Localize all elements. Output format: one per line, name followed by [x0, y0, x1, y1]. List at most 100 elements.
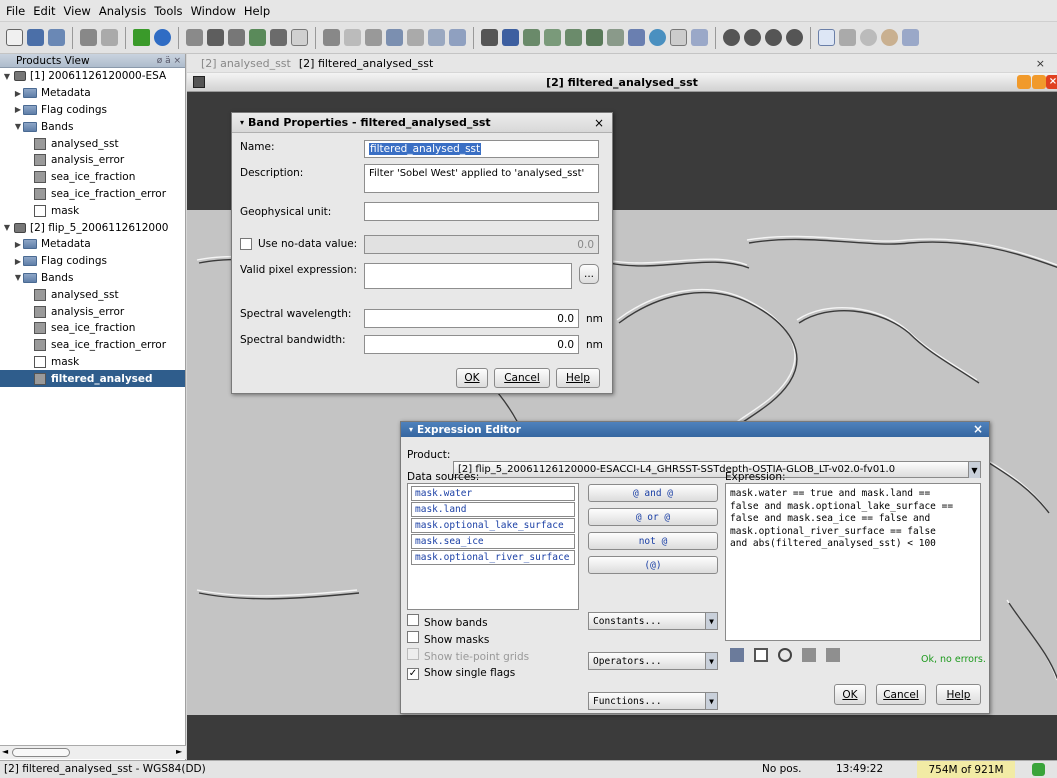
- tool-icon[interactable]: [607, 29, 624, 46]
- tree-item[interactable]: ▶ Flag codings: [0, 102, 185, 119]
- collapse-icon[interactable]: ▼: [13, 122, 23, 131]
- and-operator-button[interactable]: @ and @: [588, 484, 718, 502]
- tab-filtered-analysed-sst[interactable]: [2] filtered_analysed_sst: [299, 57, 433, 70]
- tree-item[interactable]: sea_ice_fraction_error: [0, 186, 185, 203]
- tool-icon[interactable]: [786, 29, 803, 46]
- tool-icon[interactable]: [270, 29, 287, 46]
- cancel-button[interactable]: Cancel: [876, 684, 926, 705]
- scroll-thumb[interactable]: [12, 748, 70, 757]
- product-select[interactable]: [2] flip_5_20061126120000-ESACCI-L4_GHRS…: [453, 461, 981, 478]
- tool-icon[interactable]: [628, 29, 645, 46]
- close-tab-icon[interactable]: ×: [1036, 57, 1045, 70]
- layer-icon[interactable]: [502, 29, 519, 46]
- profile-icon[interactable]: [428, 29, 445, 46]
- close-icon[interactable]: ×: [594, 116, 604, 130]
- memory-usage[interactable]: 754M of 921M: [917, 761, 1015, 778]
- nodata-checkbox[interactable]: [240, 238, 257, 253]
- history-back-icon[interactable]: [802, 648, 816, 662]
- gcp-icon[interactable]: [291, 29, 308, 46]
- chevron-down-icon[interactable]: ▾: [240, 118, 244, 127]
- menu-edit[interactable]: Edit: [33, 4, 55, 18]
- tree-item[interactable]: sea_ice_fraction_error: [0, 337, 185, 354]
- scatter-icon[interactable]: [407, 29, 424, 46]
- spectral-bandwidth-field[interactable]: 0.0: [364, 335, 579, 354]
- tree-horizontal-scrollbar[interactable]: ◄ ►: [0, 745, 186, 759]
- globe-icon[interactable]: [649, 29, 666, 46]
- menu-analysis[interactable]: Analysis: [99, 4, 146, 18]
- range-icon[interactable]: [839, 29, 856, 46]
- tool-icon[interactable]: [228, 29, 245, 46]
- tree-item[interactable]: analysed_sst: [0, 286, 185, 303]
- chevron-down-icon[interactable]: ▾: [409, 425, 413, 434]
- menu-help[interactable]: Help: [244, 4, 270, 18]
- expand-icon[interactable]: ▶: [13, 105, 23, 114]
- data-source-item[interactable]: mask.land: [411, 502, 575, 517]
- tree-item[interactable]: mask: [0, 202, 185, 219]
- tab-analysed-sst[interactable]: [2] analysed_sst: [201, 57, 291, 70]
- tool-icon[interactable]: [723, 29, 740, 46]
- name-field[interactable]: filtered_analysed_sst: [364, 140, 599, 158]
- gcp-icon[interactable]: [670, 29, 687, 46]
- show-masks-option[interactable]: Show masks: [407, 631, 529, 648]
- expression-textarea[interactable]: mask.water == true and mask.land == fals…: [725, 483, 981, 641]
- plugin-icon[interactable]: [133, 29, 150, 46]
- tree-item[interactable]: ▼ [2] flip_5_2006112612000: [0, 219, 185, 236]
- menu-tools[interactable]: Tools: [154, 4, 182, 18]
- operators-dropdown[interactable]: Operators... ▼: [588, 652, 718, 670]
- expand-icon[interactable]: ▶: [13, 257, 23, 266]
- tree-item[interactable]: ▼ [1] 20061126120000-ESA: [0, 68, 185, 85]
- sum-icon[interactable]: [365, 29, 382, 46]
- session-icon[interactable]: [80, 29, 97, 46]
- tree-item[interactable]: analysis_error: [0, 303, 185, 320]
- tree-item[interactable]: analysed_sst: [0, 135, 185, 152]
- show-bands-option[interactable]: Show bands: [407, 614, 529, 631]
- insert-icon[interactable]: [730, 648, 744, 662]
- show-tie-point-grids-option[interactable]: Show tie-point grids: [407, 648, 529, 665]
- collapse-icon[interactable]: ▼: [2, 72, 12, 81]
- tree-item[interactable]: mask: [0, 354, 185, 371]
- functions-dropdown[interactable]: Functions... ▼: [588, 692, 718, 710]
- data-source-item[interactable]: mask.optional_lake_surface: [411, 518, 575, 533]
- plot-icon[interactable]: [449, 29, 466, 46]
- data-source-item[interactable]: mask.optional_river_surface: [411, 550, 575, 565]
- panel-controls[interactable]: ø ä ×: [157, 56, 181, 66]
- menu-view[interactable]: View: [64, 4, 91, 18]
- tree-item[interactable]: ▶ Metadata: [0, 236, 185, 253]
- ok-button[interactable]: OK: [834, 684, 866, 705]
- expand-icon[interactable]: ▶: [13, 240, 23, 249]
- tree-item[interactable]: sea_ice_fraction: [0, 169, 185, 186]
- valid-pixel-expression-field[interactable]: [364, 263, 572, 289]
- tool-icon[interactable]: [565, 29, 582, 46]
- not-operator-button[interactable]: not @: [588, 532, 718, 550]
- ok-button[interactable]: OK: [456, 368, 488, 388]
- scroll-left-icon[interactable]: ◄: [2, 747, 8, 756]
- tree-item[interactable]: ▶ Metadata: [0, 85, 185, 102]
- tool-icon[interactable]: [544, 29, 561, 46]
- pin-icon[interactable]: [902, 29, 919, 46]
- undo-icon[interactable]: [778, 648, 792, 662]
- save-icon[interactable]: [48, 29, 65, 46]
- open-icon[interactable]: [27, 29, 44, 46]
- expand-icon[interactable]: ▶: [13, 89, 23, 98]
- spectral-wavelength-field[interactable]: 0.0: [364, 309, 579, 328]
- constants-dropdown[interactable]: Constants... ▼: [588, 612, 718, 630]
- menu-window[interactable]: Window: [191, 4, 236, 18]
- tool-icon[interactable]: [744, 29, 761, 46]
- scroll-right-icon[interactable]: ►: [176, 747, 182, 756]
- tool-icon[interactable]: [523, 29, 540, 46]
- tool-icon[interactable]: [186, 29, 203, 46]
- select-icon[interactable]: [818, 29, 835, 46]
- tool-icon[interactable]: [207, 29, 224, 46]
- tool-icon[interactable]: [249, 29, 266, 46]
- data-source-item[interactable]: mask.water: [411, 486, 575, 501]
- collapse-icon[interactable]: ▼: [2, 223, 12, 232]
- spectrum-icon[interactable]: [323, 29, 340, 46]
- nodata-value-field[interactable]: 0.0: [364, 235, 599, 254]
- clear-icon[interactable]: [754, 648, 768, 662]
- database-icon[interactable]: [481, 29, 498, 46]
- band-maths-icon[interactable]: [344, 29, 361, 46]
- tool-icon[interactable]: [691, 29, 708, 46]
- help-button[interactable]: Help: [936, 684, 981, 705]
- tree-item[interactable]: ▼ Bands: [0, 118, 185, 135]
- tree-item[interactable]: filtered_analysed: [0, 370, 185, 388]
